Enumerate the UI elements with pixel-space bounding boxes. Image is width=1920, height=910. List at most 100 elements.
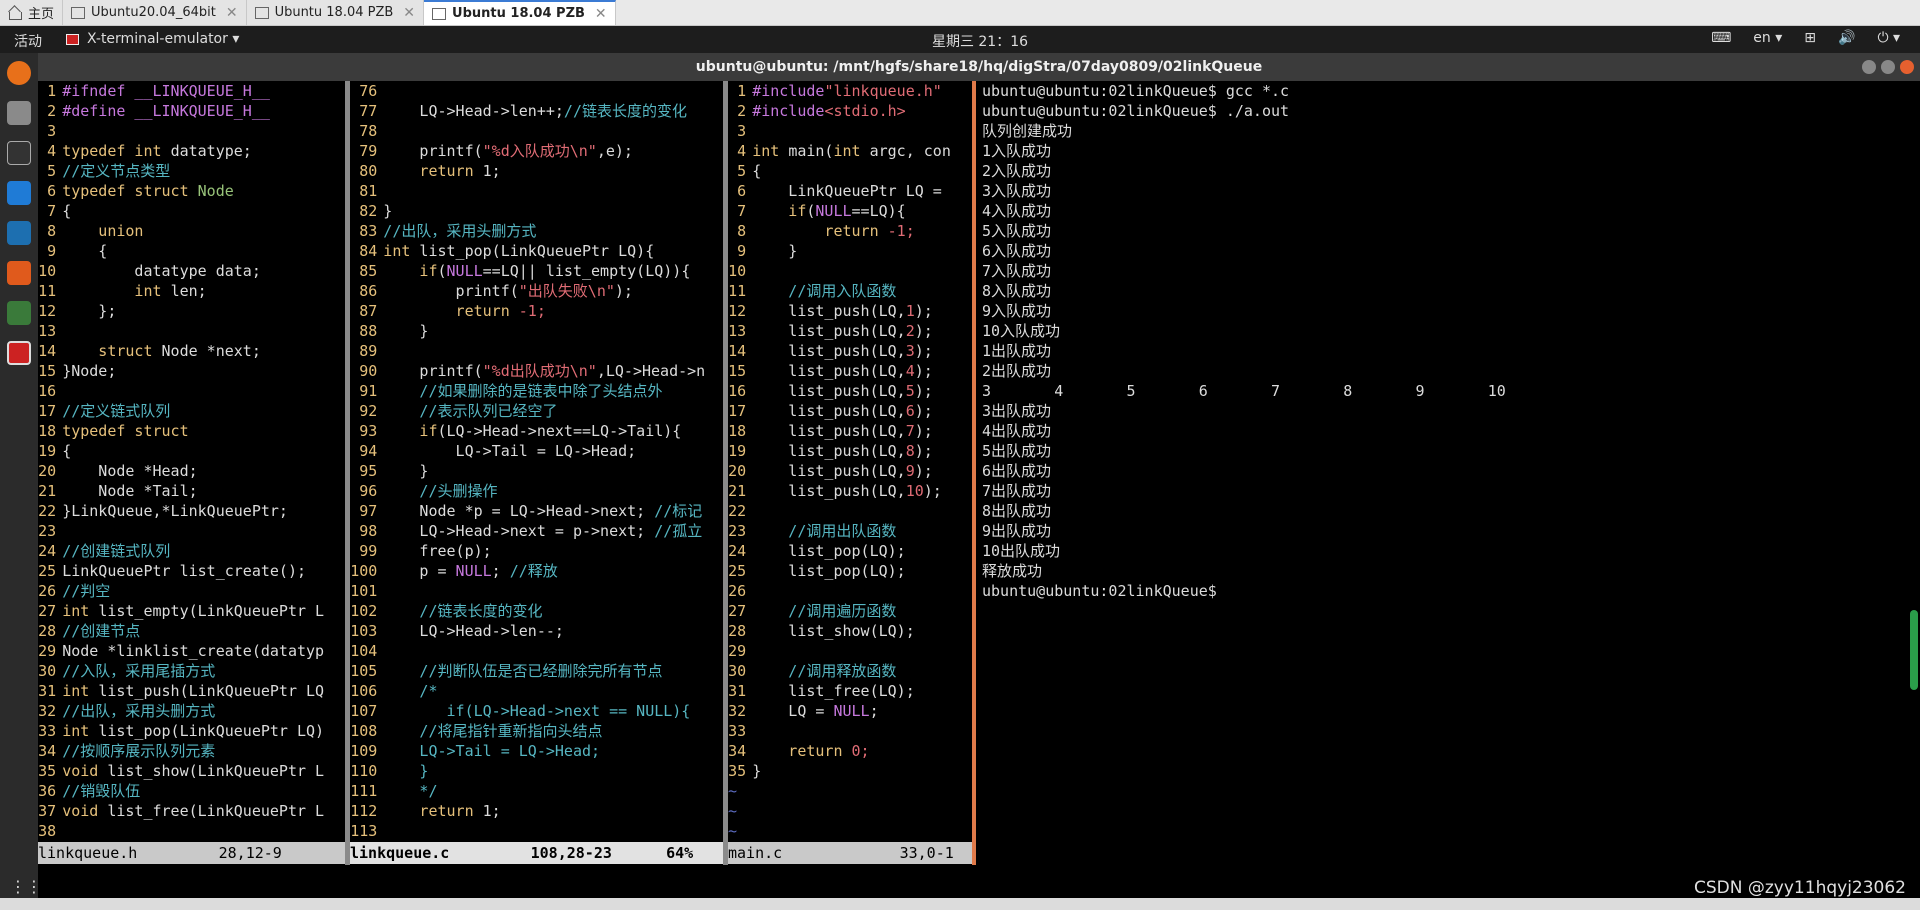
vm-tab-label: Ubuntu20.04_64bit [91,5,216,20]
code-line: 93 if(LQ->Head->next==LQ->Tail){ [350,421,723,441]
code-token: #define __LINKQUEUE_H__ [62,102,270,120]
code-line: 97 Node *p = LQ->Head->next; //标记 [350,501,723,521]
close-icon[interactable]: ✕ [595,6,607,22]
code-line: 5{ [728,161,972,181]
line-number: 94 [359,442,378,460]
line-number: 88 [359,322,378,340]
code-token: #ifndef __LINKQUEUE_H__ [62,82,270,100]
vm-tab-0[interactable]: 主页 [0,0,64,25]
firefox-icon[interactable] [7,61,31,85]
code-token: list_empty(LinkQueuePtr L [98,602,325,620]
line-number: 90 [359,362,378,380]
vm-tab-3[interactable]: Ubuntu 18.04 PZB ✕ [424,0,616,25]
keyboard-icon[interactable]: ⌨ [1711,30,1731,46]
code-token: datatype; [170,142,252,160]
language-selector[interactable]: en ▾ [1753,30,1782,46]
code-line: ~ [728,821,972,841]
settings-icon[interactable] [7,301,31,325]
clock[interactable]: 星期三 21：16 [900,31,1060,51]
vscode-icon[interactable] [7,181,31,205]
line-number: 17 [38,402,57,420]
line-number: 9 [737,242,747,260]
code-line: 1 #ifndef __LINKQUEUE_H__ [38,81,345,101]
code-line: 4 typedef int datatype; [38,141,345,161]
code-token: 5 [905,382,915,400]
code-token: argc, con [869,142,951,160]
line-number: 21 [728,482,747,500]
code-line: 89 [350,341,723,361]
code-token: return [383,802,483,820]
vim-pane-main-c[interactable]: 1 #include"linkqueue.h" 2 #include<stdio.h>… [728,81,972,865]
code-line: 108 //将尾指针重新指向头结点 [350,721,723,741]
code-token: #include [752,102,825,120]
code-line: 35} [728,761,972,781]
code-line: 32 LQ = NULL; [728,701,972,721]
line-number: 18 [38,422,57,440]
network-icon[interactable]: ⊞ [1804,30,1816,46]
terminal-icon[interactable] [7,141,31,165]
x-terminal-icon[interactable] [7,341,31,365]
software-center-icon[interactable] [7,261,31,285]
code-line: 28 list_show(LQ); [728,621,972,641]
files-icon[interactable] [7,101,31,125]
v2ray-icon[interactable] [7,221,31,245]
code-token: //出队，采用头删方式 [62,702,216,720]
line-number: 89 [359,342,378,360]
shell-line: 5入队成功 [982,222,1052,240]
code-token: ); [914,322,933,340]
shell-line: 5出队成功 [982,442,1052,460]
code-token: NULL [446,262,483,280]
vm-tab-2[interactable]: Ubuntu 18.04 PZB ✕ [246,0,425,25]
line-number: 32 [38,702,57,720]
code-line: 90 printf("%d出队成功\n",LQ->Head->n [350,361,723,381]
code-line: 8 union [38,221,345,241]
minimize-button[interactable] [1862,60,1876,74]
code-line: 18 typedef struct [38,421,345,441]
line-number: 17 [728,402,747,420]
vm-tab-1[interactable]: Ubuntu20.04_64bit ✕ [63,0,247,25]
code-token: LQ->Tail = LQ->Head; [383,742,601,760]
vim-pane-linkqueue-h[interactable]: 1 #ifndef __LINKQUEUE_H__ 2 #define __LINKQ… [38,81,345,865]
code-token: //调用释放函数 [752,662,897,680]
code-token: }LinkQueue,*LinkQueuePtr; [62,502,288,520]
close-button[interactable] [1900,60,1914,74]
code-token: int [62,602,99,620]
vim-pane-linkqueue-c[interactable]: 76 77 LQ->Head->len++;//链表长度的变化 78 79 print… [350,81,723,865]
shell-output[interactable]: ubuntu@ubuntu:02linkQueue$ gcc *.c ubuntu… [976,81,1914,865]
vm-status-bar [0,898,1920,910]
app-menu-label: X-terminal-emulator ▾ [87,31,240,47]
app-menu[interactable]: X-terminal-emulator ▾ [66,31,239,47]
close-icon[interactable]: ✕ [226,5,238,21]
shell-line: 2入队成功 [982,162,1052,180]
volume-icon[interactable]: 🔊 [1838,30,1855,46]
code-token: //入队，采用尾插方式 [62,662,216,680]
line-number: 85 [359,262,378,280]
code-line: 12 }; [38,301,345,321]
code-line: 95 } [350,461,723,481]
code-token: list_push(LQ, [752,482,906,500]
scrollbar-thumb[interactable] [1910,610,1918,690]
shell-line: 2出队成功 [982,362,1052,380]
code-line: 35 void list_show(LinkQueuePtr L [38,761,345,781]
dock: ⋮⋮⋮ [0,53,58,910]
code-token: "%d出队成功\n" [482,362,597,380]
code-token: struct [62,342,162,360]
activities-button[interactable]: 活动 [14,31,42,51]
code-token: -1; [887,222,915,240]
code-token: list_push(LQ, [752,382,906,400]
code-token: list_show(LQ); [752,622,915,640]
code-token: 0; [851,742,870,760]
line-number: 20 [728,462,747,480]
code-line: 113 [350,821,723,841]
terminal-titlebar[interactable]: ubuntu@ubuntu: /mnt/hgfs/share18/hq/digS… [38,53,1920,81]
line-number: 25 [728,562,747,580]
shell-line: 1出队成功 [982,342,1052,360]
close-icon[interactable]: ✕ [403,5,415,21]
code-token: return [383,162,483,180]
line-number: 104 [350,642,378,660]
code-line: 27 //调用遍历函数 [728,601,972,621]
code-token: //链表长度的变化 [383,602,543,620]
power-icon[interactable]: ⏻ ▾ [1877,30,1900,46]
line-number: 34 [728,742,747,760]
maximize-button[interactable] [1881,60,1895,74]
